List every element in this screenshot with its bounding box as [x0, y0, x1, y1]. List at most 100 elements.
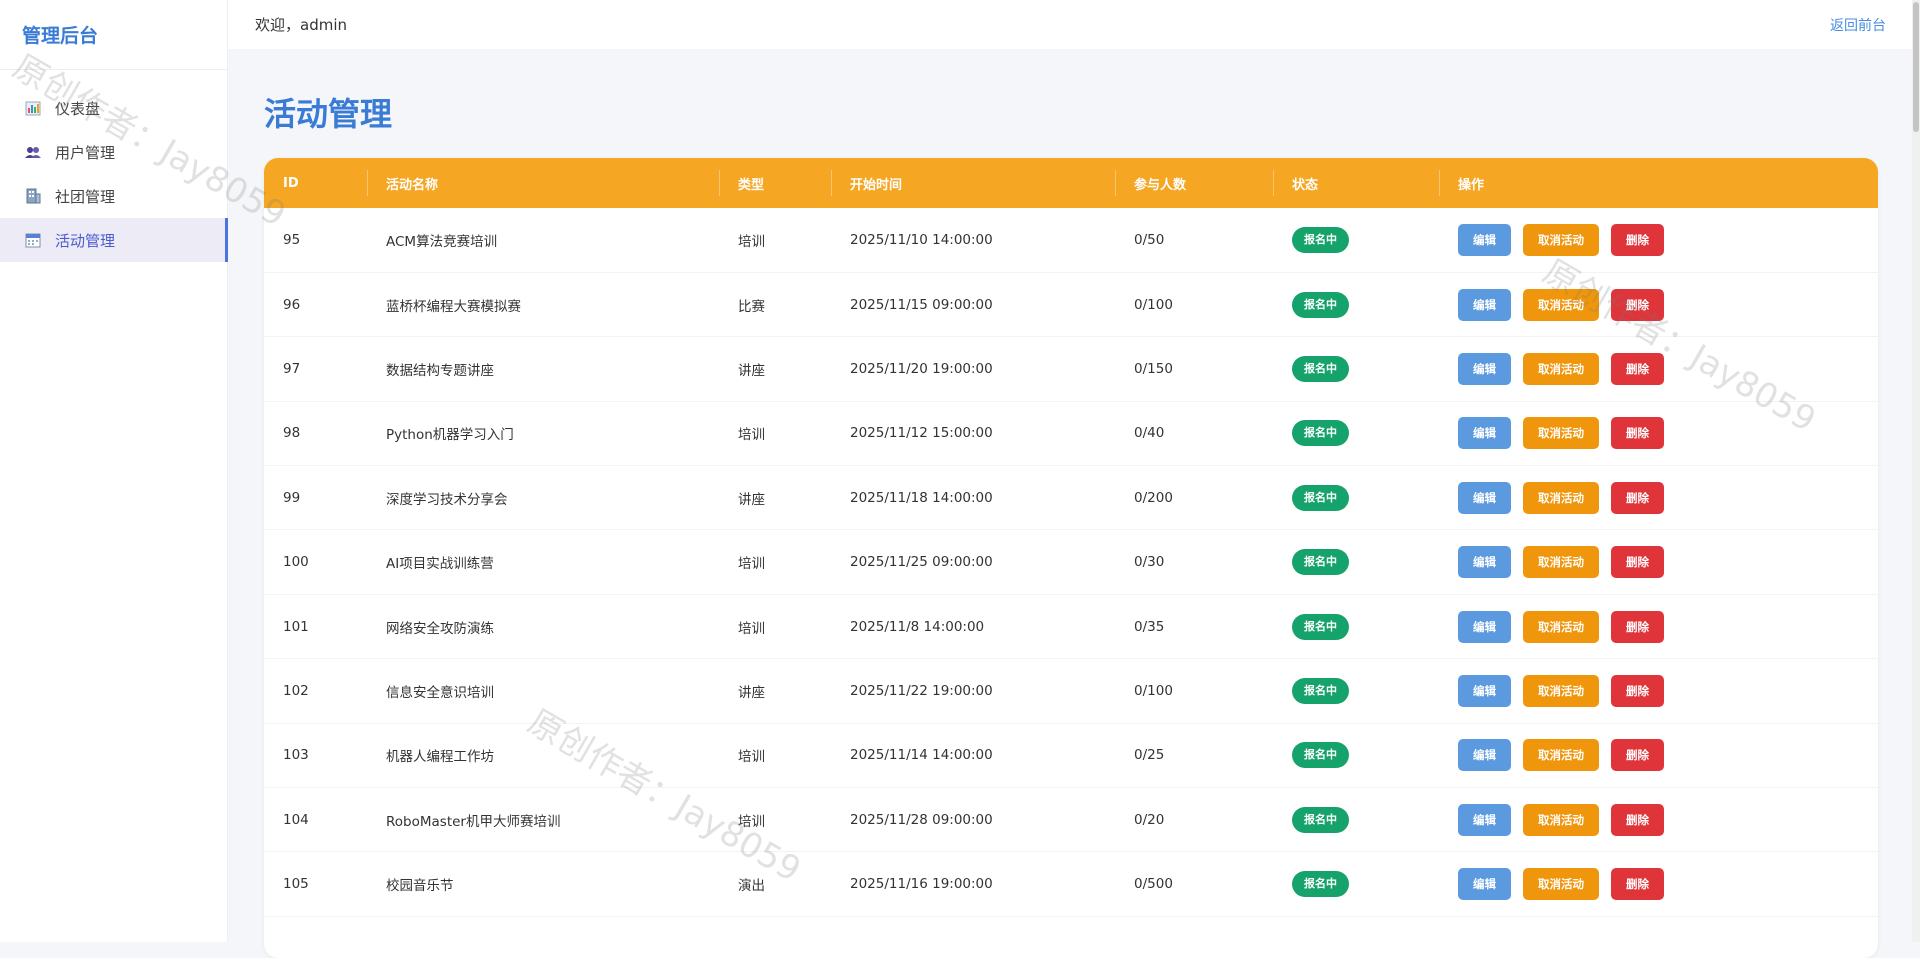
cell-actions: 编辑 取消活动 删除 [1439, 852, 1878, 916]
cell-actions: 编辑 取消活动 删除 [1439, 788, 1878, 852]
sidebar-item-label: 活动管理 [55, 231, 116, 250]
cell-start-time: 2025/11/15 09:00:00 [850, 296, 993, 313]
cell-actions: 编辑 取消活动 删除 [1439, 659, 1878, 723]
edit-button[interactable]: 编辑 [1458, 546, 1511, 579]
cell-type: 培训 [738, 749, 765, 766]
welcome-text: 欢迎，admin [255, 16, 347, 34]
cell-status: 报名中 [1273, 788, 1439, 852]
sidebar-item-label: 仪表盘 [55, 99, 101, 118]
cell-id: 104 [283, 811, 309, 828]
edit-button[interactable]: 编辑 [1458, 223, 1511, 256]
building-icon [24, 187, 42, 205]
edit-button[interactable]: 编辑 [1458, 674, 1511, 707]
back-to-frontend-link[interactable]: 返回前台 [1830, 15, 1886, 35]
cell-start-time: 2025/11/18 14:00:00 [850, 489, 993, 506]
sidebar-item-users[interactable]: 用户管理 [0, 130, 227, 174]
delete-button[interactable]: 删除 [1611, 223, 1664, 256]
cell-actions: 编辑 取消活动 删除 [1439, 272, 1878, 336]
cell-participants: 0/100 [1134, 682, 1173, 699]
cancel-activity-button[interactable]: 取消活动 [1523, 674, 1599, 707]
dashboard-icon [24, 99, 42, 117]
activity-table-card: ID 活动名称 类型 开始时间 参与人数 状态 操作 95 ACM算法竞赛培训 培训… [264, 158, 1878, 958]
cancel-activity-button[interactable]: 取消活动 [1523, 868, 1599, 901]
cell-start-time: 2025/11/14 14:00:00 [850, 747, 993, 764]
delete-button[interactable]: 删除 [1611, 674, 1664, 707]
cell-name: 数据结构专题讲座 [386, 362, 494, 379]
cell-actions: 编辑 取消活动 删除 [1439, 337, 1878, 401]
cell-type: 讲座 [738, 491, 765, 508]
delete-button[interactable]: 删除 [1611, 610, 1664, 643]
cell-type: 比赛 [738, 298, 765, 315]
table-row: 95 ACM算法竞赛培训 培训 2025/11/10 14:00:00 0/50 报名中 编… [264, 208, 1878, 273]
delete-button[interactable]: 删除 [1611, 352, 1664, 385]
cell-name: 蓝桥杯编程大赛模拟赛 [386, 298, 521, 315]
cell-participants: 0/40 [1134, 425, 1165, 442]
cell-status: 报名中 [1273, 530, 1439, 594]
edit-button[interactable]: 编辑 [1458, 417, 1511, 450]
sidebar-item-activities[interactable]: 活动管理 [0, 218, 228, 262]
cell-participants: 0/50 [1134, 231, 1165, 248]
cell-actions: 编辑 取消活动 删除 [1439, 401, 1878, 465]
cell-name: 网络安全攻防演练 [386, 620, 494, 637]
delete-button[interactable]: 删除 [1611, 288, 1664, 321]
cancel-activity-button[interactable]: 取消活动 [1523, 546, 1599, 579]
column-header-actions: 操作 [1439, 158, 1878, 208]
cancel-activity-button[interactable]: 取消活动 [1523, 803, 1599, 836]
delete-button[interactable]: 删除 [1611, 803, 1664, 836]
cell-participants: 0/20 [1134, 811, 1165, 828]
delete-button[interactable]: 删除 [1611, 868, 1664, 901]
status-badge: 报名中 [1292, 613, 1349, 640]
status-badge: 报名中 [1292, 484, 1349, 511]
sidebar-item-label: 社团管理 [55, 187, 116, 206]
edit-button[interactable]: 编辑 [1458, 481, 1511, 514]
cell-status: 报名中 [1273, 723, 1439, 787]
cancel-activity-button[interactable]: 取消活动 [1523, 610, 1599, 643]
cell-participants: 0/30 [1134, 554, 1165, 571]
cell-name: Python机器学习入门 [386, 427, 514, 444]
sidebar-nav: 仪表盘 用户管理 社团管理 活动管理 [0, 70, 228, 262]
column-header-name: 活动名称 [367, 158, 719, 208]
table-row: 100 AI项目实战训练营 培训 2025/11/25 09:00:00 0/30 报名中… [264, 530, 1878, 595]
cell-id: 96 [283, 296, 301, 313]
status-badge: 报名中 [1292, 549, 1349, 576]
delete-button[interactable]: 删除 [1611, 546, 1664, 579]
cell-participants: 0/35 [1134, 618, 1165, 635]
cell-id: 97 [283, 360, 301, 377]
scrollbar-thumb[interactable] [1913, 2, 1919, 132]
edit-button[interactable]: 编辑 [1458, 803, 1511, 836]
table-row: 102 信息安全意识培训 讲座 2025/11/22 19:00:00 0/100 报名中… [264, 659, 1878, 724]
cell-start-time: 2025/11/20 19:00:00 [850, 360, 993, 377]
cancel-activity-button[interactable]: 取消活动 [1523, 417, 1599, 450]
sidebar-item-clubs[interactable]: 社团管理 [0, 174, 227, 218]
sidebar-item-dashboard[interactable]: 仪表盘 [0, 86, 227, 130]
cell-name: 校园音乐节 [386, 878, 454, 895]
edit-button[interactable]: 编辑 [1458, 610, 1511, 643]
cell-actions: 编辑 取消活动 删除 [1439, 723, 1878, 787]
cell-status: 报名中 [1273, 594, 1439, 658]
delete-button[interactable]: 删除 [1611, 417, 1664, 450]
brand-title: 管理后台 [0, 0, 227, 70]
page-scrollbar[interactable] [1912, 0, 1920, 942]
cancel-activity-button[interactable]: 取消活动 [1523, 352, 1599, 385]
cancel-activity-button[interactable]: 取消活动 [1523, 739, 1599, 772]
activity-table: ID 活动名称 类型 开始时间 参与人数 状态 操作 95 ACM算法竞赛培训 培训… [264, 158, 1878, 917]
cell-start-time: 2025/11/25 09:00:00 [850, 554, 993, 571]
edit-button[interactable]: 编辑 [1458, 739, 1511, 772]
cell-participants: 0/500 [1134, 876, 1173, 893]
cell-name: 深度学习技术分享会 [386, 491, 508, 508]
cell-id: 103 [283, 747, 309, 764]
column-header-status: 状态 [1273, 158, 1439, 208]
cell-actions: 编辑 取消活动 删除 [1439, 530, 1878, 594]
cancel-activity-button[interactable]: 取消活动 [1523, 288, 1599, 321]
status-badge: 报名中 [1292, 677, 1349, 704]
edit-button[interactable]: 编辑 [1458, 352, 1511, 385]
cell-name: 信息安全意识培训 [386, 684, 494, 701]
sidebar: 管理后台 仪表盘 用户管理 社团管理 活动管理 [0, 0, 228, 942]
delete-button[interactable]: 删除 [1611, 739, 1664, 772]
cell-actions: 编辑 取消活动 删除 [1439, 594, 1878, 658]
cancel-activity-button[interactable]: 取消活动 [1523, 481, 1599, 514]
edit-button[interactable]: 编辑 [1458, 288, 1511, 321]
cancel-activity-button[interactable]: 取消活动 [1523, 223, 1599, 256]
delete-button[interactable]: 删除 [1611, 481, 1664, 514]
edit-button[interactable]: 编辑 [1458, 868, 1511, 901]
